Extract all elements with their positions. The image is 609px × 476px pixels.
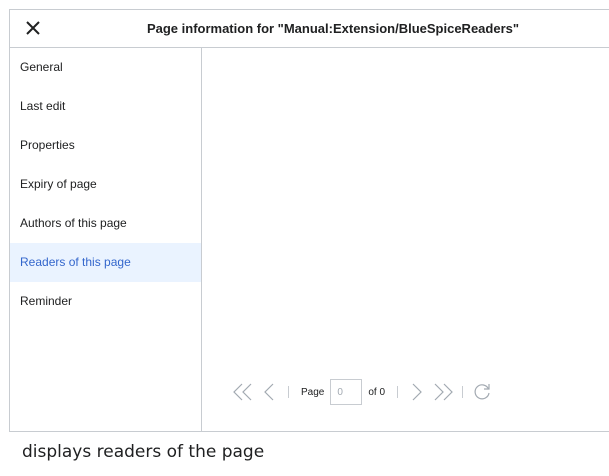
sidebar-item-readers[interactable]: Readers of this page	[10, 243, 201, 282]
pager-separator	[397, 386, 399, 398]
sidebar-item-properties[interactable]: Properties	[10, 126, 201, 165]
refresh-icon[interactable]	[469, 379, 495, 405]
next-page-icon[interactable]	[404, 379, 430, 405]
prev-page-icon[interactable]	[256, 379, 282, 405]
pager-separator	[288, 386, 289, 398]
content-panel: Page of 0	[202, 48, 609, 431]
last-page-icon[interactable]	[430, 379, 456, 405]
sidebar-item-reminder[interactable]: Reminder	[10, 282, 201, 321]
first-page-icon[interactable]	[230, 379, 256, 405]
sidebar: General Last edit Properties Expiry of p…	[10, 48, 202, 431]
pagination-toolbar: Page of 0	[230, 379, 495, 405]
sidebar-item-last-edit[interactable]: Last edit	[10, 87, 201, 126]
page-number-input[interactable]	[330, 379, 363, 405]
figure-caption: displays readers of the page	[22, 442, 265, 462]
pager-separator	[462, 386, 464, 398]
page-count-label: of 0	[368, 386, 386, 398]
sidebar-item-authors[interactable]: Authors of this page	[10, 204, 201, 243]
dialog-title: Page information for "Manual:Extension/B…	[146, 21, 520, 36]
page-info-dialog: Page information for "Manual:Extension/B…	[9, 9, 609, 432]
dialog-header: Page information for "Manual:Extension/B…	[10, 10, 609, 48]
page-label: Page	[301, 386, 325, 398]
sidebar-item-expiry[interactable]: Expiry of page	[10, 165, 201, 204]
sidebar-item-general[interactable]: General	[10, 48, 201, 87]
